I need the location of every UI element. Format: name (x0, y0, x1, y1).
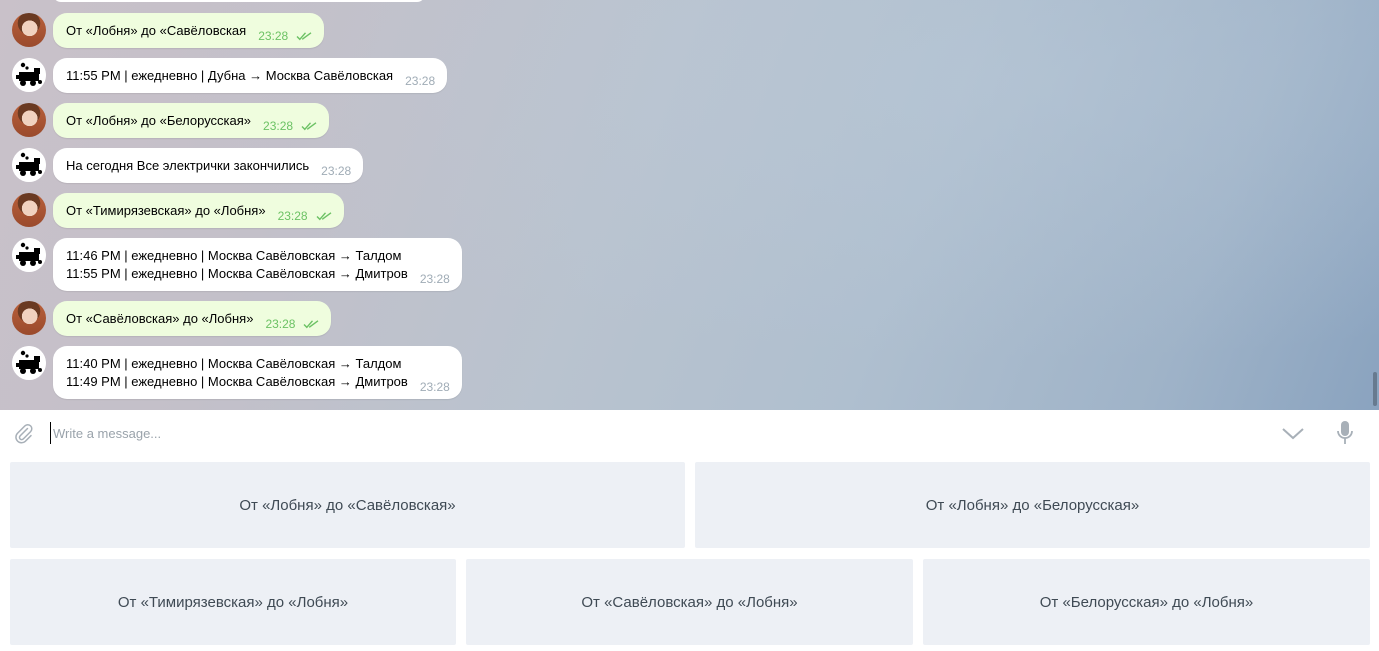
train-logo-icon (12, 238, 46, 272)
message-row: От «Лобня» до «Савёловская 23:28 (12, 13, 325, 48)
chat-history[interactable]: От «Лобня» до «Савёловская 23:28 11:55 PM… (0, 0, 1379, 410)
message-text-line: 11:40 PM | ежедневно | Москва Савёловска… (66, 356, 402, 371)
paperclip-icon[interactable] (12, 422, 34, 444)
message-text: От «Савёловская» до «Лобня» (66, 311, 254, 326)
message-text: От «Лобня» до «Белорусская» (66, 113, 252, 128)
keyboard-button[interactable]: От «Тимирязевская» до «Лобня» (10, 559, 456, 645)
message-time: 23:28 (263, 119, 294, 133)
message-meta: 23:28 (420, 270, 450, 288)
message-meta: 23:28 (420, 378, 450, 396)
message-row: От «Савёловская» до «Лобня» 23:28 (12, 301, 332, 336)
message-row: На сегодня Все электрички закончились 23:… (12, 148, 364, 183)
outgoing-message-bubble[interactable]: От «Лобня» до «Савёловская 23:28 (53, 13, 325, 48)
message-time: 23:28 (265, 317, 296, 331)
message-text-line: 11:49 PM | ежедневно | Москва Савёловска… (66, 374, 408, 389)
keyboard-button[interactable]: От «Лобня» до «Савёловская» (10, 462, 685, 548)
message-text-line: 11:46 PM | ежедневно | Москва Савёловска… (66, 248, 402, 263)
train-logo-icon (12, 346, 46, 380)
message-composer (0, 410, 1379, 456)
message-row: 11:40 PM | ежедневно | Москва Савёловска… (12, 346, 462, 399)
bot-avatar[interactable] (12, 148, 46, 182)
train-logo-icon (12, 148, 46, 182)
message-time: 23:28 (277, 209, 308, 223)
message-input[interactable] (50, 422, 1250, 444)
incoming-message-bubble[interactable]: 11:55 PM | ежедневно | Дубна → Москва Са… (53, 58, 448, 93)
message-row: От «Лобня» до «Белорусская» 23:28 (12, 103, 330, 138)
message-meta: 23:28 (265, 315, 319, 333)
keyboard-button[interactable]: От «Савёловская» до «Лобня» (466, 559, 913, 645)
message-row: 11:46 PM | ежедневно | Москва Савёловска… (12, 238, 462, 291)
outgoing-message-bubble[interactable]: От «Лобня» до «Белорусская» 23:28 (53, 103, 330, 138)
user-avatar[interactable] (12, 13, 46, 47)
incoming-message-bubble[interactable]: На сегодня Все электрички закончились 23:… (53, 148, 364, 183)
keyboard-button[interactable]: От «Белорусская» до «Лобня» (923, 559, 1370, 645)
message-text: От «Лобня» до «Савёловская (66, 23, 247, 38)
train-logo-icon (12, 58, 46, 92)
message-text-line: 11:55 PM | ежедневно | Москва Савёловска… (66, 266, 408, 281)
message-text: На сегодня Все электрички закончились (66, 158, 310, 173)
outgoing-message-bubble[interactable]: От «Савёловская» до «Лобня» 23:28 (53, 301, 332, 336)
read-checkmarks-icon (296, 32, 312, 41)
message-row: 11:55 PM | ежедневно | Дубна → Москва Са… (12, 58, 448, 93)
incoming-message-bubble[interactable]: 11:46 PM | ежедневно | Москва Савёловска… (53, 238, 462, 291)
read-checkmarks-icon (301, 122, 317, 131)
chat-scrollbar[interactable] (1373, 372, 1377, 406)
microphone-icon[interactable] (1336, 420, 1354, 446)
read-checkmarks-icon (303, 320, 319, 329)
bot-avatar[interactable] (12, 346, 46, 380)
message-time: 23:28 (405, 74, 436, 88)
message-meta: 23:28 (263, 117, 317, 135)
chevron-down-icon[interactable] (1281, 424, 1305, 442)
message-meta: 23:28 (278, 207, 332, 225)
message-meta: 23:28 (405, 72, 435, 90)
message-row: От «Тимирязевская» до «Лобня» 23:28 (12, 193, 344, 228)
user-avatar[interactable] (12, 103, 46, 137)
user-avatar[interactable] (12, 193, 46, 227)
message-time: 23:28 (321, 164, 352, 178)
previous-message-bubble (53, 0, 425, 2)
message-meta: 23:28 (321, 162, 351, 180)
message-text: 11:55 PM | ежедневно | Дубна → Москва Са… (66, 68, 394, 83)
message-time: 23:28 (258, 29, 289, 43)
bot-avatar[interactable] (12, 238, 46, 272)
message-text: От «Тимирязевская» до «Лобня» (66, 203, 266, 218)
outgoing-message-bubble[interactable]: От «Тимирязевская» до «Лобня» 23:28 (53, 193, 344, 228)
message-time: 23:28 (419, 380, 450, 394)
user-avatar[interactable] (12, 301, 46, 335)
bot-avatar[interactable] (12, 58, 46, 92)
read-checkmarks-icon (316, 212, 332, 221)
message-time: 23:28 (419, 272, 450, 286)
bot-reply-keyboard: От «Лобня» до «Савёловская» От «Лобня» д… (0, 456, 1379, 651)
keyboard-button[interactable]: От «Лобня» до «Белорусская» (695, 462, 1370, 548)
incoming-message-bubble[interactable]: 11:40 PM | ежедневно | Москва Савёловска… (53, 346, 462, 399)
message-meta: 23:28 (258, 27, 312, 45)
